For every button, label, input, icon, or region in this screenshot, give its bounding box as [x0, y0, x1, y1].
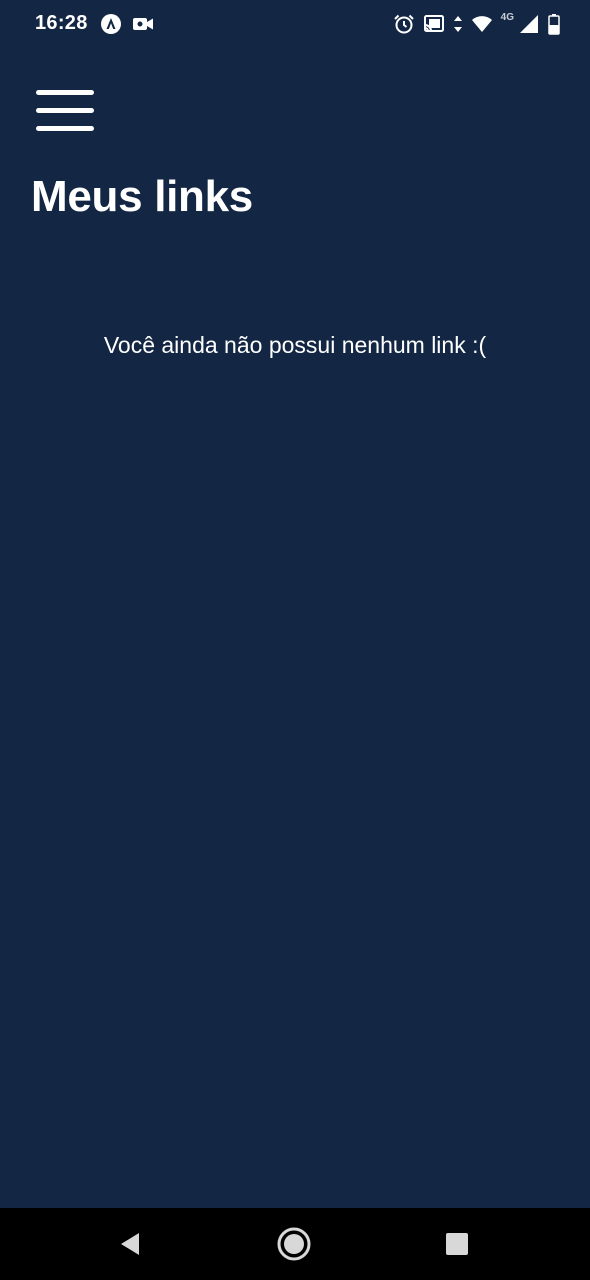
recents-icon[interactable] [437, 1224, 477, 1264]
menu-bar-middle [36, 108, 94, 113]
cell-signal-icon [520, 15, 538, 33]
status-notification-icons [100, 13, 154, 35]
menu-bar-top [36, 90, 94, 95]
menu-bar-bottom [36, 126, 94, 131]
battery-icon [548, 14, 560, 35]
empty-links-message: Você ainda não possui nenhum link :( [103, 332, 487, 358]
status-system-icons: 4G [393, 11, 560, 35]
page-title: Meus links [31, 172, 253, 221]
video-camera-icon [133, 18, 153, 30]
app-screen: 16:28 4G Meus links Você ainda não possu… [0, 0, 590, 1208]
wifi-icon [471, 16, 492, 32]
alarm-icon [393, 14, 414, 34]
status-bar: 16:28 4G [0, 0, 590, 50]
app-notification-icon [101, 14, 121, 34]
data-transfer-icon [453, 16, 462, 32]
home-icon[interactable] [274, 1224, 314, 1264]
cast-icon [423, 15, 444, 32]
network-type-label: 4G [500, 11, 514, 23]
hamburger-menu-icon[interactable] [36, 88, 94, 132]
back-icon[interactable] [110, 1224, 150, 1264]
navigation-bar [0, 1208, 590, 1280]
status-time: 16:28 [35, 12, 88, 34]
